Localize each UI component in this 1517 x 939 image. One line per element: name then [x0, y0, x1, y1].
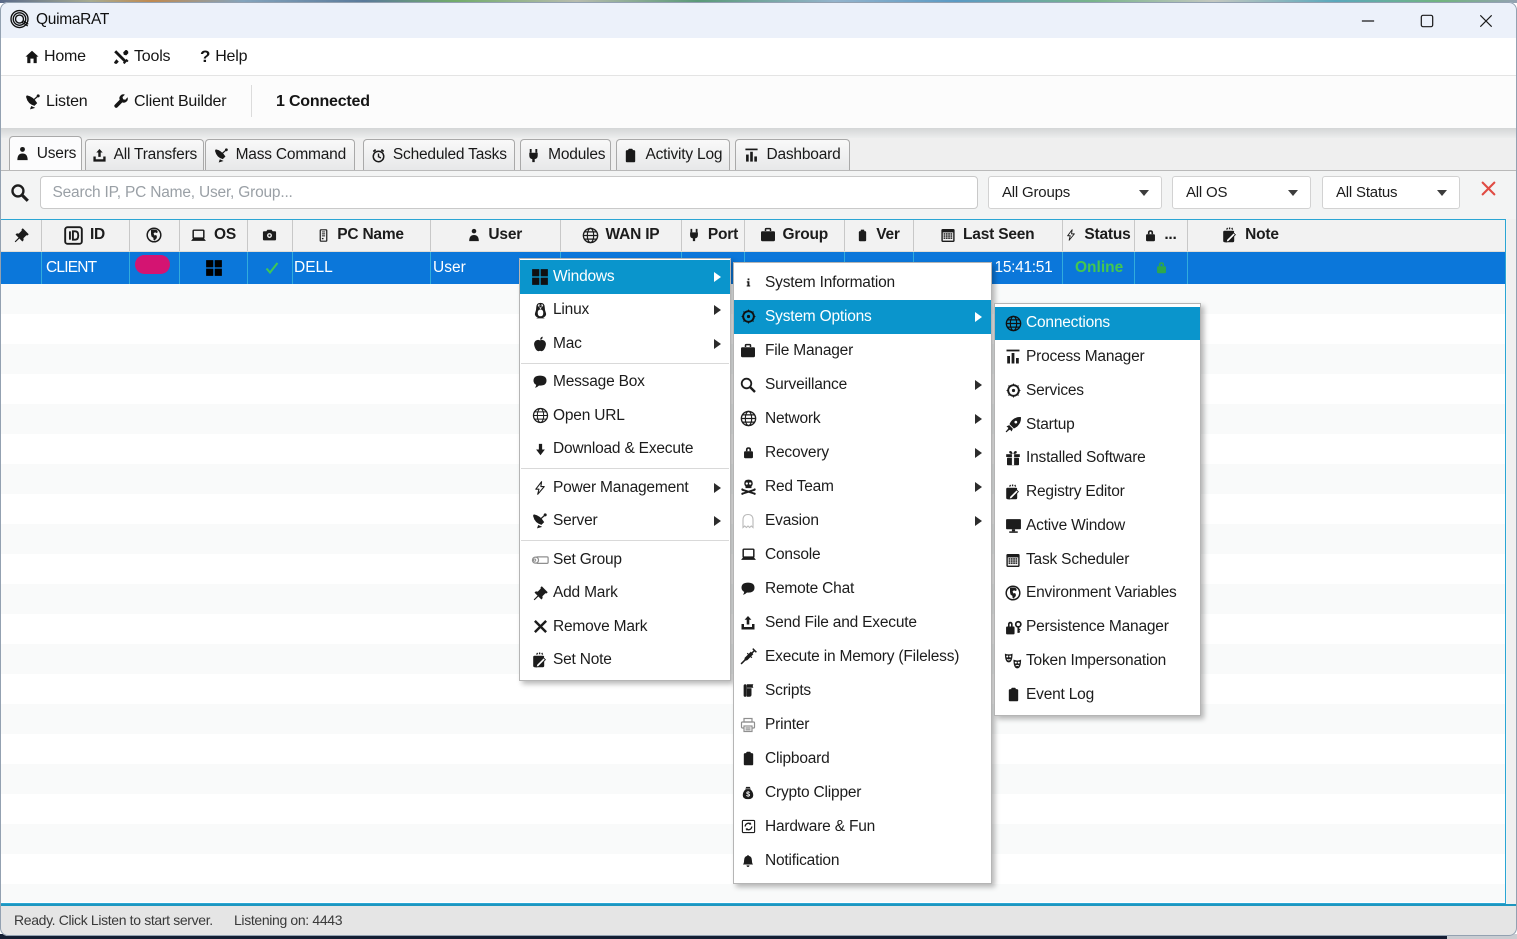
svg-text:$: $ [746, 791, 750, 798]
